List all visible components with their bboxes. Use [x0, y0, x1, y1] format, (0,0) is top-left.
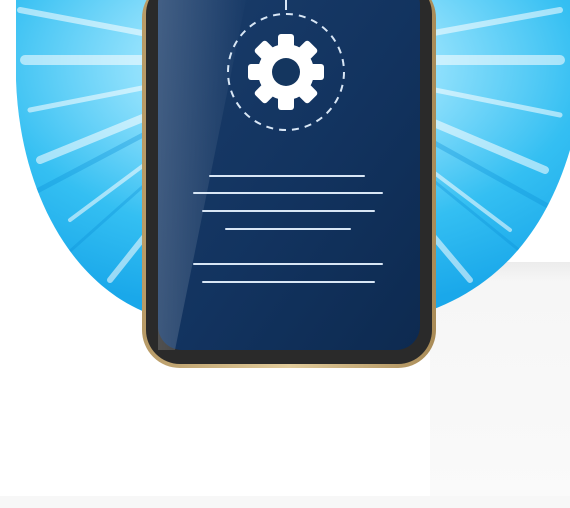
- illustration-stage: [0, 0, 570, 508]
- gear-icon: [248, 34, 324, 110]
- phone-settings-illustration: [16, 0, 570, 368]
